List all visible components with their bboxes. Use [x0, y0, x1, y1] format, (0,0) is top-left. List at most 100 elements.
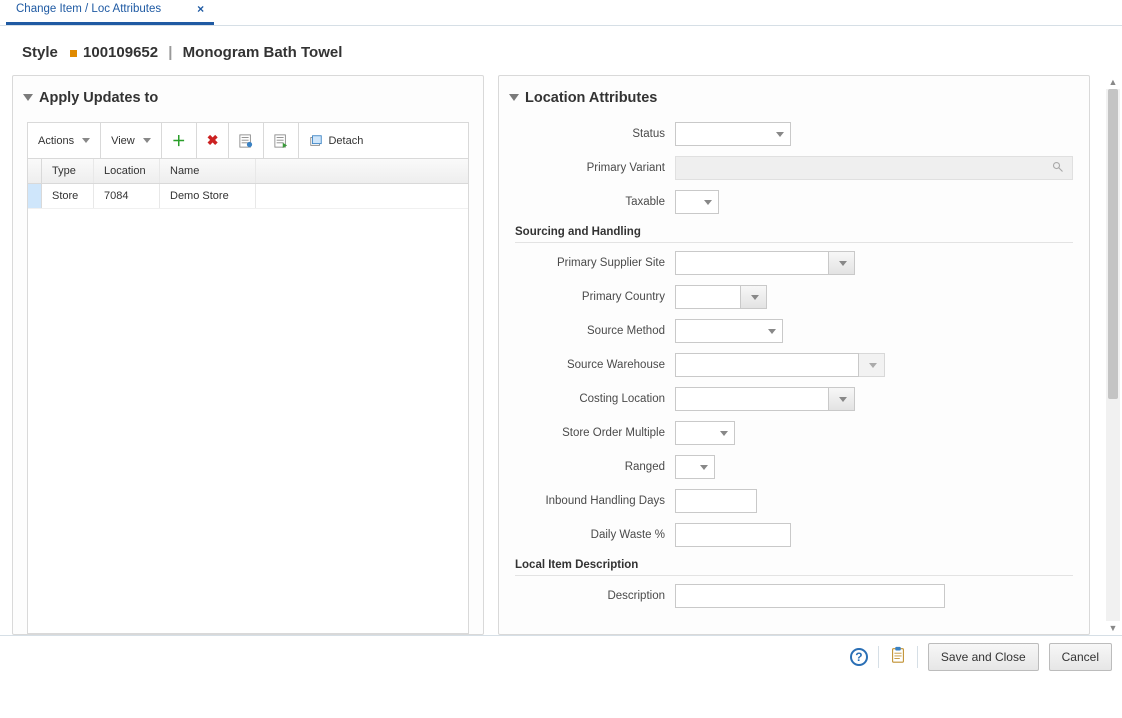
- label-taxable: Taxable: [515, 196, 675, 209]
- detach-icon: [309, 134, 323, 148]
- label-source-warehouse: Source Warehouse: [515, 359, 675, 372]
- panel-header-left[interactable]: Apply Updates to: [13, 76, 483, 122]
- actions-label: Actions: [38, 135, 74, 147]
- cell-type: Store: [42, 184, 94, 208]
- detach-button[interactable]: Detach: [299, 123, 373, 158]
- vertical-scrollbar[interactable]: ▲ ▼: [1106, 75, 1120, 635]
- attributes-form: Status Primary Variant Taxable Sourcing: [499, 122, 1089, 634]
- delete-row-button[interactable]: ✖: [197, 123, 230, 158]
- chevron-down-icon: [704, 200, 712, 205]
- chevron-down-icon: [143, 138, 151, 143]
- lov-dropdown-button: [859, 353, 885, 377]
- primary-country-input[interactable]: [675, 285, 741, 309]
- apply-updates-panel: Apply Updates to Actions View ＋: [12, 75, 484, 635]
- lov-dropdown-button[interactable]: [829, 387, 855, 411]
- scroll-thumb[interactable]: [1108, 89, 1118, 399]
- panel-header-right[interactable]: Location Attributes: [499, 76, 1089, 122]
- col-type[interactable]: Type: [42, 159, 94, 183]
- search-icon: [1052, 161, 1064, 176]
- costing-location-input[interactable]: [675, 387, 829, 411]
- source-warehouse-input: [675, 353, 859, 377]
- chevron-down-icon: [720, 431, 728, 436]
- cell-location: 7084: [94, 184, 160, 208]
- add-row-button[interactable]: ＋: [162, 123, 197, 158]
- chevron-down-icon: [869, 363, 877, 368]
- table-row[interactable]: Store 7084 Demo Store: [28, 184, 468, 209]
- locations-grid: Type Location Name Store 7084 Demo Store: [27, 158, 469, 634]
- view-label: View: [111, 135, 135, 147]
- chevron-down-icon: [700, 465, 708, 470]
- chevron-down-icon: [776, 132, 784, 137]
- section-local-item-description: Local Item Description: [515, 557, 1073, 576]
- grid-body: Store 7084 Demo Store: [28, 184, 468, 633]
- label-status: Status: [515, 128, 675, 141]
- primary-variant-search[interactable]: [675, 156, 1073, 180]
- close-tab-icon[interactable]: ×: [197, 2, 204, 16]
- view-menu[interactable]: View: [101, 123, 162, 158]
- section-sourcing-handling: Sourcing and Handling: [515, 224, 1073, 243]
- panel-title-right: Location Attributes: [525, 90, 657, 106]
- label-primary-variant: Primary Variant: [515, 162, 675, 175]
- store-order-multiple-select[interactable]: [675, 421, 735, 445]
- primary-supplier-site-input[interactable]: [675, 251, 829, 275]
- x-icon: ✖: [207, 132, 219, 149]
- location-attributes-panel: Location Attributes Status Primary Varia…: [498, 75, 1090, 635]
- footer-bar: ? Save and Close Cancel: [0, 635, 1122, 677]
- description-input[interactable]: [675, 584, 945, 608]
- chevron-down-icon: [751, 295, 759, 300]
- costing-location-lov[interactable]: [675, 387, 855, 411]
- tab-bar: Change Item / Loc Attributes ×: [0, 0, 1122, 26]
- grid-header-row: Type Location Name: [28, 159, 468, 184]
- taxable-select[interactable]: [675, 190, 719, 214]
- source-method-select[interactable]: [675, 319, 783, 343]
- scroll-up-arrow[interactable]: ▲: [1106, 75, 1120, 89]
- tab-title: Change Item / Loc Attributes: [16, 3, 161, 15]
- detach-label: Detach: [328, 135, 363, 147]
- inbound-handling-days-input[interactable]: [675, 489, 757, 513]
- export-button[interactable]: [264, 123, 299, 158]
- save-and-close-button[interactable]: Save and Close: [928, 643, 1039, 671]
- ranged-select[interactable]: [675, 455, 715, 479]
- label-primary-country: Primary Country: [515, 291, 675, 304]
- chevron-down-icon: [839, 261, 847, 266]
- label-daily-waste-pct: Daily Waste %: [515, 529, 675, 542]
- lov-dropdown-button[interactable]: [829, 251, 855, 275]
- label-primary-supplier-site: Primary Supplier Site: [515, 257, 675, 270]
- label-inbound-handling-days: Inbound Handling Days: [515, 495, 675, 508]
- plus-icon: ＋: [172, 131, 186, 151]
- scroll-down-arrow[interactable]: ▼: [1106, 621, 1120, 635]
- primary-country-lov[interactable]: [675, 285, 767, 309]
- footer-divider: [917, 646, 918, 668]
- select-all-handle[interactable]: [28, 159, 42, 183]
- actions-menu[interactable]: Actions: [28, 123, 101, 158]
- spreadsheet-icon: [239, 134, 253, 148]
- footer-divider: [878, 646, 879, 668]
- col-name[interactable]: Name: [160, 159, 256, 183]
- item-name: Monogram Bath Towel: [183, 44, 343, 61]
- lov-dropdown-button[interactable]: [741, 285, 767, 309]
- collapse-icon[interactable]: [509, 94, 519, 101]
- page-header: Style 100109652 | Monogram Bath Towel: [0, 26, 1122, 75]
- edit-in-spreadsheet-button[interactable]: [229, 123, 264, 158]
- active-tab[interactable]: Change Item / Loc Attributes ×: [6, 0, 214, 25]
- notes-icon[interactable]: [889, 646, 907, 667]
- col-location[interactable]: Location: [94, 159, 160, 183]
- primary-supplier-site-lov[interactable]: [675, 251, 855, 275]
- chevron-down-icon: [768, 329, 776, 334]
- item-id-group: 100109652 | Monogram Bath Towel: [70, 44, 343, 61]
- label-store-order-multiple: Store Order Multiple: [515, 427, 675, 440]
- scroll-track[interactable]: [1106, 89, 1120, 621]
- status-select[interactable]: [675, 122, 791, 146]
- style-label: Style: [22, 44, 58, 61]
- cell-spacer: [256, 184, 468, 208]
- source-warehouse-lov: [675, 353, 885, 377]
- cancel-button[interactable]: Cancel: [1049, 643, 1112, 671]
- item-marker-icon: [70, 50, 77, 57]
- help-icon[interactable]: ?: [850, 648, 868, 666]
- content-area: Apply Updates to Actions View ＋: [0, 75, 1122, 635]
- row-select-handle[interactable]: [28, 184, 42, 208]
- label-source-method: Source Method: [515, 325, 675, 338]
- collapse-icon[interactable]: [23, 94, 33, 101]
- cell-name: Demo Store: [160, 184, 256, 208]
- chevron-down-icon: [839, 397, 847, 402]
